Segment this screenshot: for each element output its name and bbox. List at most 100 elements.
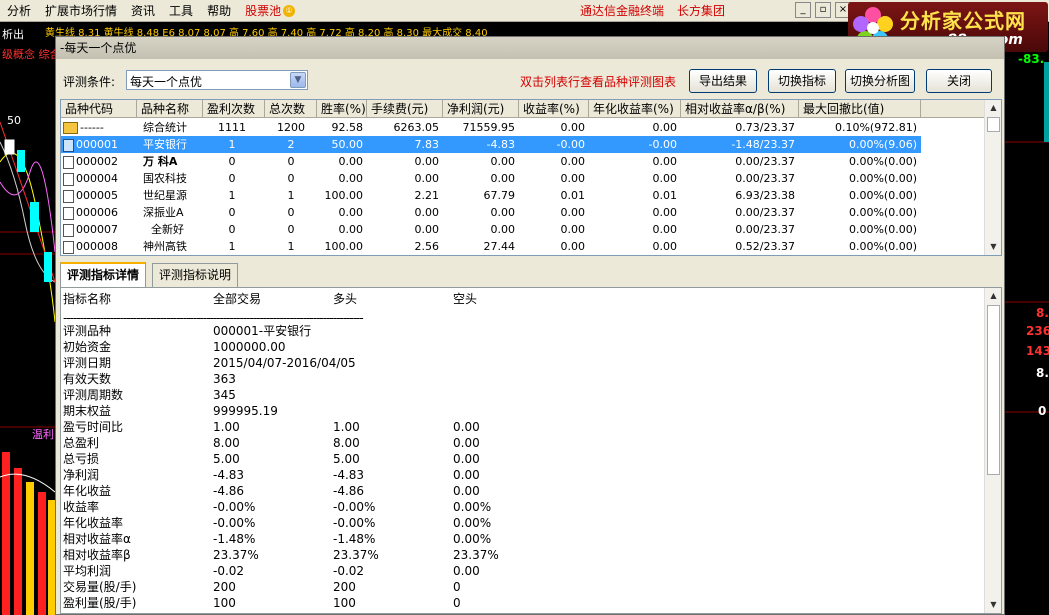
metric-long: -4.83: [333, 468, 365, 482]
minimize-icon[interactable]: _: [795, 2, 811, 18]
row-code: 000008: [63, 238, 137, 255]
col-net-profit[interactable]: 净利润(元): [443, 100, 519, 118]
col-total-count[interactable]: 总次数: [265, 100, 317, 118]
col-return[interactable]: 收益率(%): [519, 100, 589, 118]
row-name: 万 科A: [143, 155, 178, 168]
row-fee: 0.00: [414, 223, 440, 236]
menu-extended-market[interactable]: 扩展市场行情: [38, 0, 124, 22]
export-results-button[interactable]: 导出结果: [689, 69, 757, 93]
metric-short: 0: [453, 580, 461, 594]
menu-news[interactable]: 资讯: [124, 0, 162, 22]
info-value: 1000000.00: [213, 340, 286, 354]
metric-label: 年化收益率: [63, 516, 124, 530]
col-annual-return[interactable]: 年化收益率(%): [589, 100, 681, 118]
table-row[interactable]: 000007 全新好 0 0 0.00 0.00 0.00 0.00 0.00 …: [61, 221, 921, 238]
table-row[interactable]: 000006 深振业A 0 0 0.00 0.00 0.00 0.00 0.00…: [61, 204, 921, 221]
indicator-detail-panel: 指标名称 全部交易 多头 空头 ------------------------…: [60, 287, 1002, 614]
metric-long: -0.02: [333, 564, 365, 578]
switch-indicator-button[interactable]: 切换指标: [768, 69, 836, 93]
scroll-thumb[interactable]: [987, 305, 1000, 475]
metric-all: 1.00: [213, 420, 240, 434]
row-profit: 0.00: [490, 155, 516, 168]
table-row-selected[interactable]: 000001 平安银行 1 2 50.00 7.83 -4.83 -0.00 -…: [61, 136, 921, 153]
close-button[interactable]: 关闭: [926, 69, 992, 93]
table-row[interactable]: 000004 国农科技 0 0 0.00 0.00 0.00 0.00 0.00…: [61, 170, 921, 187]
stock-pool-label: 股票池: [245, 3, 282, 18]
info-value: 999995.19: [213, 404, 278, 418]
link-tdx-terminal[interactable]: 通达信金融终端: [580, 0, 664, 22]
row-total: 0: [287, 223, 295, 236]
menu-tools[interactable]: 工具: [162, 0, 200, 22]
row-code: 000005: [63, 187, 137, 204]
col-relative-return[interactable]: 相对收益率α/β(%): [681, 100, 799, 118]
double-click-hint: 双击列表行查看品种评测图表: [520, 75, 677, 89]
row-name: 综合统计: [143, 121, 187, 134]
metric-long: 23.37%: [333, 548, 379, 562]
table-row[interactable]: 000005 世纪星源 1 1 100.00 2.21 67.79 0.01 0…: [61, 187, 921, 204]
row-rate: 100.00: [324, 240, 364, 253]
metric-all: 100: [213, 596, 236, 610]
row-fee: 2.56: [414, 240, 440, 253]
col-name[interactable]: 品种名称: [137, 100, 203, 118]
metric-short: 0.00: [453, 564, 480, 578]
table-row[interactable]: 000008 神州高铁 1 1 100.00 2.56 27.44 0.00 0…: [61, 238, 921, 255]
info-label: 评测品种: [63, 324, 112, 338]
metric-short: 0.00: [453, 436, 480, 450]
col-win-count[interactable]: 盈利次数: [203, 100, 265, 118]
metric-long: 1.00: [333, 420, 360, 434]
menu-stock-pool[interactable]: 股票池 ①: [238, 0, 302, 22]
metric-long: 100: [333, 596, 356, 610]
summary-folder-icon: [63, 122, 78, 134]
table-row[interactable]: 000002 万 科A 0 0 0.00 0.00 0.00 0.00 0.00…: [61, 153, 921, 170]
row-total: 0: [287, 172, 295, 185]
link-changfang-group[interactable]: 长方集团: [677, 0, 725, 22]
detail-scrollbar[interactable]: ▲ ▼: [984, 288, 1001, 613]
scroll-thumb[interactable]: [987, 117, 1000, 132]
document-icon: [63, 206, 74, 220]
metric-long: 5.00: [333, 452, 360, 466]
scroll-up-icon[interactable]: ▲: [986, 101, 1001, 115]
row-rate: 0.00: [338, 206, 364, 219]
metric-all: -4.83: [213, 468, 245, 482]
row-drawdown: 0.00%(0.00): [848, 189, 917, 202]
row-fee: 0.00: [414, 206, 440, 219]
metric-short: 0.00%: [453, 516, 492, 530]
tab-indicator-explain[interactable]: 评测指标说明: [152, 263, 239, 287]
metric-long: -0.00%: [333, 500, 376, 514]
col-max-drawdown[interactable]: 最大回撤比(值): [799, 100, 921, 118]
row-total: 1: [287, 240, 295, 253]
table-scrollbar[interactable]: ▲ ▼: [984, 100, 1001, 255]
row-code: 000006: [63, 204, 137, 221]
menu-help[interactable]: 帮助: [200, 0, 238, 22]
scroll-down-icon[interactable]: ▼: [986, 598, 1001, 612]
table-row-summary[interactable]: ------ 综合统计 1111 1200 92.58 6263.05 7155…: [61, 119, 921, 136]
col-code[interactable]: 品种代码: [61, 100, 137, 118]
row-return: 0.00: [560, 223, 586, 236]
document-icon: [63, 189, 74, 203]
row-profit: -4.83: [486, 138, 515, 151]
menu-analysis[interactable]: 分析: [0, 0, 38, 22]
scroll-down-icon[interactable]: ▼: [986, 240, 1001, 254]
col-win-rate[interactable]: 胜率(%): [317, 100, 367, 118]
document-icon: [63, 138, 74, 152]
metric-short: 0: [453, 596, 461, 610]
col-fee[interactable]: 手续费(元): [367, 100, 443, 118]
tab-indicator-detail[interactable]: 评测指标详情: [60, 262, 147, 288]
row-rate: 100.00: [324, 189, 364, 202]
metric-all: -0.00%: [213, 500, 256, 514]
scroll-up-icon[interactable]: ▲: [986, 289, 1001, 303]
row-win: 0: [228, 172, 236, 185]
row-code: ------: [63, 119, 137, 136]
row-return: 0.01: [560, 189, 586, 202]
switch-chart-button[interactable]: 切换分析图: [845, 69, 915, 93]
chevron-down-icon[interactable]: ▼: [290, 72, 306, 88]
condition-select[interactable]: 每天一个点优 ▼: [126, 70, 308, 90]
row-fee: 7.83: [414, 138, 440, 151]
row-relative: 0.00/23.37: [735, 223, 795, 236]
results-table: 品种代码 品种名称 盈利次数 总次数 胜率(%) 手续费(元) 净利润(元) 收…: [60, 99, 1002, 256]
restore-icon[interactable]: ▫: [815, 2, 831, 18]
document-icon: [63, 240, 74, 254]
row-annual: 0.00: [652, 121, 678, 134]
detail-separator: ----------------------------------------…: [63, 313, 364, 323]
info-label: 初始资金: [63, 340, 112, 354]
